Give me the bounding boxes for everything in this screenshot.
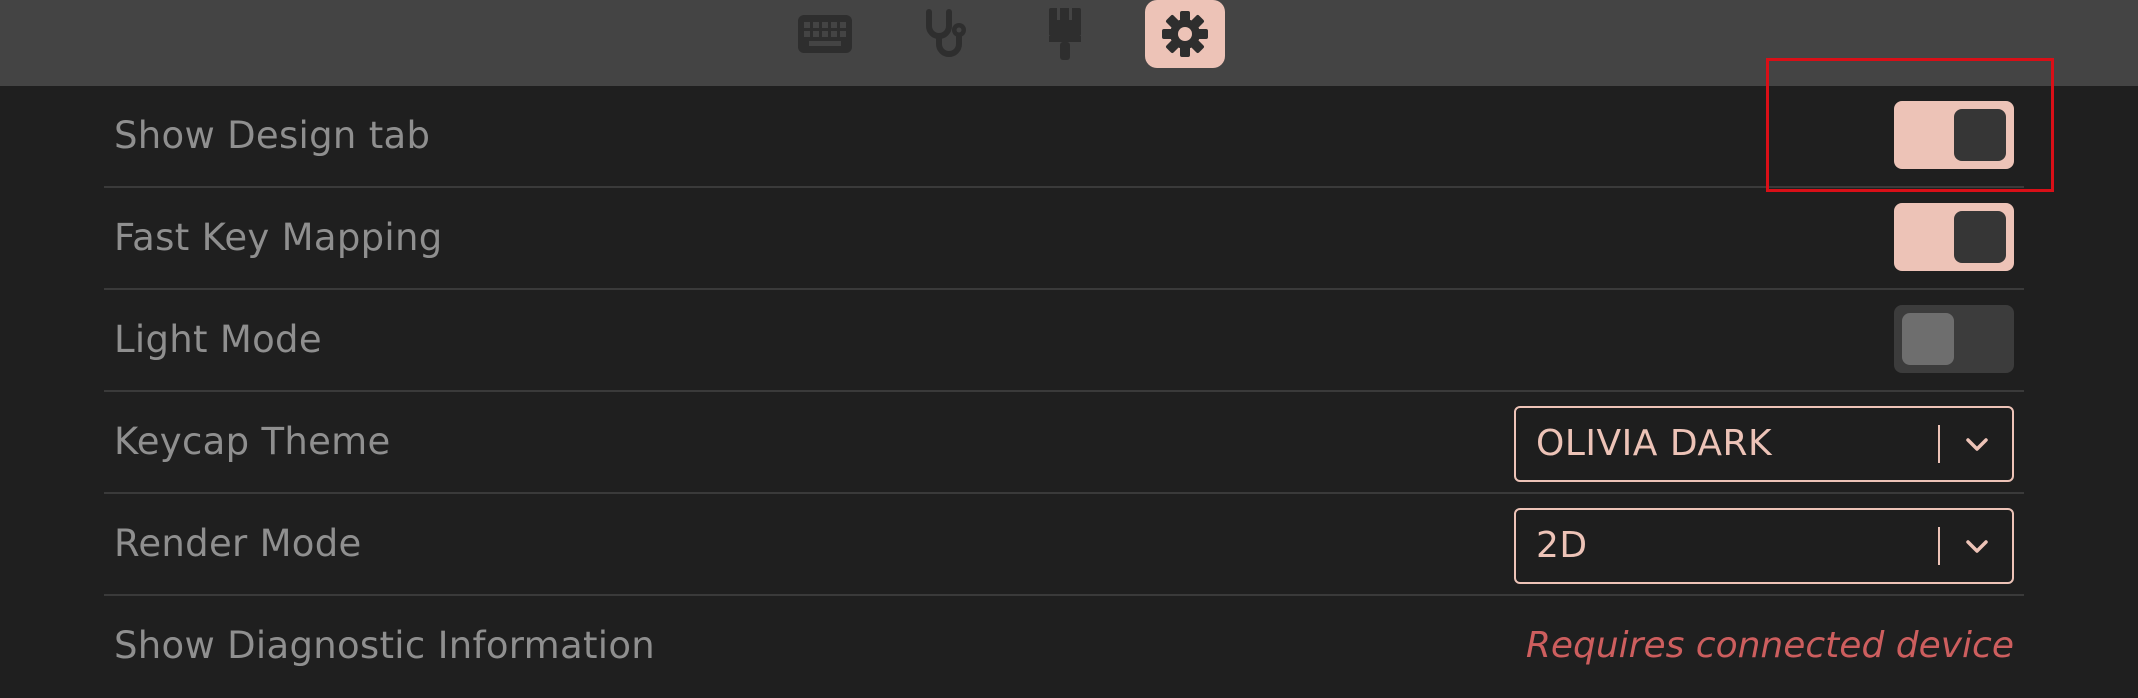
- setting-label: Fast Key Mapping: [114, 216, 443, 259]
- toggle-knob: [1954, 211, 2006, 263]
- tab-design[interactable]: [1025, 0, 1105, 68]
- setting-label: Show Design tab: [114, 114, 431, 157]
- keycap-theme-select[interactable]: OLIVIA DARK: [1514, 406, 2014, 482]
- tab-debug[interactable]: [905, 0, 985, 68]
- toggle-knob: [1954, 109, 2006, 161]
- setting-label: Render Mode: [114, 522, 362, 565]
- setting-row-light-mode: Light Mode: [104, 290, 2024, 392]
- requires-device-notice: Requires connected device: [1525, 625, 2014, 666]
- light-mode-toggle[interactable]: [1894, 305, 2014, 373]
- select-value: OLIVIA DARK: [1536, 423, 1773, 464]
- select-separator: [1938, 527, 1940, 565]
- chevron-down-icon: [1962, 533, 1992, 559]
- select-separator: [1938, 425, 1940, 463]
- top-tab-bar: [0, 0, 2138, 86]
- tab-configure[interactable]: [785, 0, 865, 68]
- setting-row-fast-key-mapping: Fast Key Mapping: [104, 188, 2024, 290]
- setting-label: Show Diagnostic Information: [114, 624, 656, 667]
- setting-row-show-design-tab: Show Design tab: [104, 86, 2024, 188]
- setting-row-keycap-theme: Keycap Theme OLIVIA DARK: [104, 392, 2024, 494]
- gear-icon: [1160, 9, 1210, 59]
- select-value: 2D: [1536, 525, 1588, 566]
- setting-row-render-mode: Render Mode 2D: [104, 494, 2024, 596]
- setting-label: Keycap Theme: [114, 420, 391, 463]
- chevron-down-icon: [1962, 431, 1992, 457]
- paintbrush-icon: [1047, 6, 1083, 62]
- tab-settings[interactable]: [1145, 0, 1225, 68]
- fast-key-mapping-toggle[interactable]: [1894, 203, 2014, 271]
- render-mode-select[interactable]: 2D: [1514, 508, 2014, 584]
- setting-label: Light Mode: [114, 318, 322, 361]
- stethoscope-icon: [919, 8, 971, 60]
- show-design-tab-toggle[interactable]: [1894, 101, 2014, 169]
- keyboard-icon: [797, 14, 853, 54]
- settings-list: Show Design tab Fast Key Mapping Light M…: [104, 86, 2024, 698]
- toggle-knob: [1902, 313, 1954, 365]
- setting-row-show-diagnostic-information: Show Diagnostic Information Requires con…: [104, 596, 2024, 698]
